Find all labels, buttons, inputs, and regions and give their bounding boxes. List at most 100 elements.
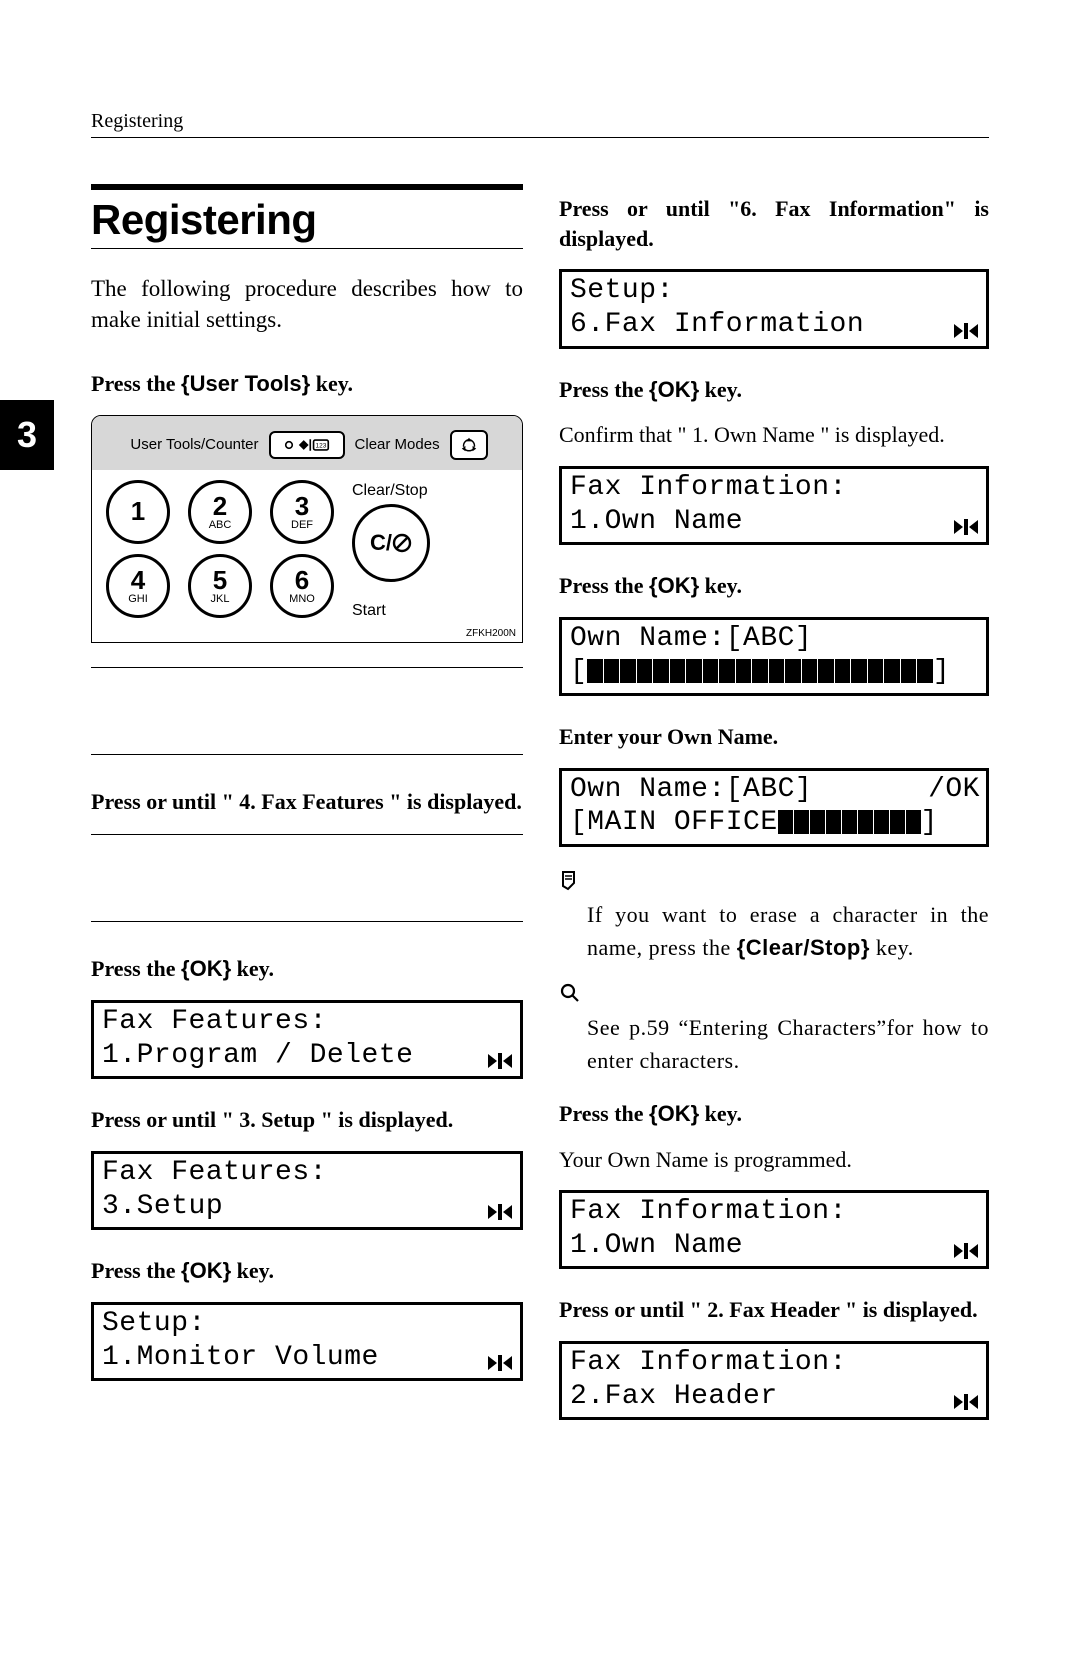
lcd-setup-faxinfo: Setup: 6.Fax Information <box>559 269 989 348</box>
lcd-ownname-entry-blank: Own Name:[ABC] [] <box>559 617 989 696</box>
lcd-fax-features-1: Fax Features: 1.Program / Delete <box>91 1000 523 1079</box>
user-tools-button-icon: 123 <box>269 431 345 459</box>
key-ok: {OK} <box>181 956 231 981</box>
label-start: Start <box>352 602 386 620</box>
step-3-setup: Press or until " 3. Setup " is displayed… <box>91 1105 523 1135</box>
lcd-setup-monitor: Setup: 1.Monitor Volume <box>91 1302 523 1381</box>
lcd-line: Fax Features: <box>102 1005 512 1039</box>
label-clear-modes: Clear Modes <box>351 436 444 453</box>
nav-arrows-icon <box>486 1201 514 1223</box>
lcd-line: [] <box>570 655 978 689</box>
nav-arrows-icon <box>486 1352 514 1374</box>
keypad-grid: 1 2ABC 3DEF 4GHI 5JKL 6MNO <box>106 480 334 620</box>
panel-right-controls: Clear/Stop C/ Start <box>352 480 430 620</box>
step-user-tools: Press the {User Tools} key. <box>91 369 523 399</box>
lcd-line: 6.Fax Information <box>570 308 978 342</box>
key-3: 3DEF <box>270 480 334 544</box>
lcd-line: Own Name:[ABC] <box>570 773 978 807</box>
heading-rule <box>91 184 523 190</box>
nav-arrows-icon <box>952 516 980 538</box>
step-ok-2: Press the {OK} key. <box>91 1256 523 1286</box>
lcd-line: 1.Own Name <box>570 1229 978 1263</box>
tools-glyph-icon: 123 <box>277 436 337 454</box>
note-erase-char: If you want to erase a character in the … <box>587 898 989 964</box>
step-6-fax-info: Press or until "6. Fax Information" is d… <box>559 194 989 253</box>
label-clear-stop: Clear/Stop <box>352 482 428 500</box>
lcd-line: Fax Information: <box>570 1195 978 1229</box>
key-ok: {OK} <box>649 573 699 598</box>
keypad-illustration: User Tools/Counter 123 <box>91 415 523 643</box>
key-ok: {OK} <box>181 1258 231 1283</box>
key-1: 1 <box>106 480 170 544</box>
lcd-line: Own Name:[ABC] <box>570 622 978 656</box>
key-4: 4GHI <box>106 554 170 618</box>
step-4-fax-features: Press or until " 4. Fax Features " is di… <box>91 787 523 817</box>
panel-body: 1 2ABC 3DEF 4GHI 5JKL 6MNO Clear/Stop C <box>92 470 522 626</box>
lcd-line: Fax Information: <box>570 471 978 505</box>
step-2-fax-header: Press or until " 2. Fax Header " is disp… <box>559 1295 989 1325</box>
block-cursor-icon <box>587 659 933 683</box>
nav-arrows-icon <box>952 1240 980 1262</box>
lcd-line: 2.Fax Header <box>570 1380 978 1414</box>
placeholder-box-1 <box>91 667 523 755</box>
panel-frame: User Tools/Counter 123 <box>91 415 523 643</box>
key-ok: {OK} <box>649 1101 699 1126</box>
lcd-line: Setup: <box>102 1307 512 1341</box>
lcd-faxinfo-faxheader: Fax Information: 2.Fax Header <box>559 1341 989 1420</box>
lcd-line: 1.Own Name <box>570 505 978 539</box>
reference-text: See p.59 “Entering Characters”for how to… <box>587 1011 989 1077</box>
key-2: 2ABC <box>188 480 252 544</box>
lcd-line: 3.Setup <box>102 1190 512 1224</box>
key-clear-stop: {Clear/Stop} <box>737 935 870 960</box>
heading-block: Registering <box>91 184 523 249</box>
key-user-tools: {User Tools} <box>181 371 310 396</box>
clear-stop-button-icon: C/ <box>352 504 430 582</box>
panel-top-bar: User Tools/Counter 123 <box>92 416 522 470</box>
intro-text: The following procedure describes how to… <box>91 273 523 335</box>
lcd-line: Fax Information: <box>570 1346 978 1380</box>
left-column: Registering The following procedure desc… <box>91 184 523 1432</box>
illustration-ref: ZFKH200N <box>92 626 522 642</box>
placeholder-box-2 <box>91 834 523 922</box>
key-ok: {OK} <box>649 377 699 402</box>
lcd-line: Setup: <box>570 274 978 308</box>
recycle-glyph-icon <box>460 436 478 454</box>
note-icon <box>559 869 989 896</box>
lcd-line: 1.Monitor Volume <box>102 1341 512 1375</box>
note-programmed: Your Own Name is programmed. <box>559 1145 989 1175</box>
step-ok-4: Press the {OK} key. <box>559 571 989 601</box>
panel-top-row: User Tools/Counter 123 <box>92 430 522 460</box>
chapter-tab-label: 3 <box>17 414 37 456</box>
stop-glyph-icon <box>392 533 412 553</box>
note-confirm-own-name: Confirm that " 1. Own Name " is displaye… <box>559 420 989 450</box>
lcd-faxinfo-ownname-2: Fax Information: 1.Own Name <box>559 1190 989 1269</box>
nav-arrows-icon <box>486 1050 514 1072</box>
nav-arrows-icon <box>952 320 980 342</box>
text: key. <box>310 371 353 396</box>
right-column: Press or until "6. Fax Information" is d… <box>559 184 989 1432</box>
page-title: Registering <box>91 196 523 249</box>
block-cursor-icon <box>778 810 921 834</box>
text: Press the <box>91 371 181 396</box>
lcd-line: [MAIN OFFICE] <box>570 806 978 840</box>
lcd-line: Fax Features: <box>102 1156 512 1190</box>
step-ok-3: Press the {OK} key. <box>559 375 989 405</box>
columns: Registering The following procedure desc… <box>91 184 989 1432</box>
lcd-fax-features-setup: Fax Features: 3.Setup <box>91 1151 523 1230</box>
lcd-line: 1.Program / Delete <box>102 1039 512 1073</box>
running-head: Registering <box>91 110 989 138</box>
nav-arrows-icon <box>952 1391 980 1413</box>
ok-indicator: /OK <box>928 773 980 807</box>
label-user-tools-counter: User Tools/Counter <box>126 436 262 453</box>
lcd-faxinfo-ownname-1: Fax Information: 1.Own Name <box>559 466 989 545</box>
step-ok-5: Press the {OK} key. <box>559 1099 989 1129</box>
chapter-tab: 3 <box>0 400 54 470</box>
key-6: 6MNO <box>270 554 334 618</box>
step-ok-1: Press the {OK} key. <box>91 954 523 984</box>
content-area: Registering Registering The following pr… <box>91 110 989 1432</box>
step-enter-own-name: Enter your Own Name. <box>559 722 989 752</box>
reference-icon <box>559 982 989 1009</box>
clear-modes-button-icon <box>450 430 488 460</box>
page: 3 Registering Registering The following … <box>0 0 1080 1669</box>
key-5: 5JKL <box>188 554 252 618</box>
